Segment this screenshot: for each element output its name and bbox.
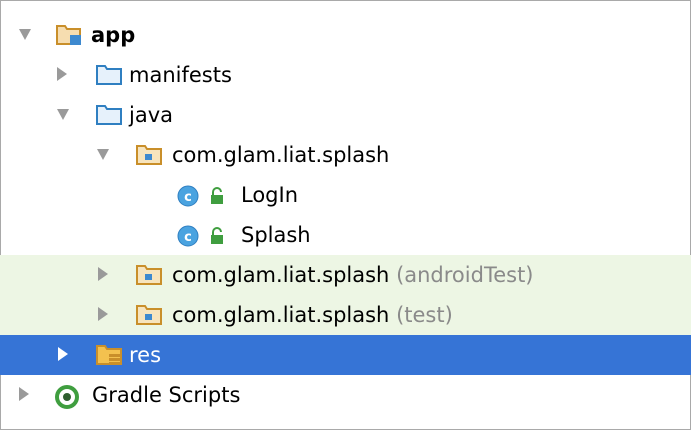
class-icon: c bbox=[177, 225, 199, 247]
tree-node-label: java bbox=[129, 103, 173, 127]
tree-node-label: Splash bbox=[241, 223, 311, 247]
tree-node-label: res bbox=[129, 343, 162, 367]
tree-node-label: app bbox=[91, 23, 136, 47]
source-set-suffix: (test) bbox=[396, 303, 453, 327]
tree-node-package-test[interactable]: com.glam.liat.splash (test) bbox=[0, 295, 691, 335]
tree-node-manifests[interactable]: manifests bbox=[0, 55, 691, 95]
tree-node-class-splash[interactable]: c Splash bbox=[0, 215, 691, 255]
tree-node-res[interactable]: res bbox=[0, 335, 691, 375]
package-icon bbox=[136, 145, 162, 165]
package-icon bbox=[136, 305, 162, 325]
tree-node-label: com.glam.liat.splash (androidTest) bbox=[172, 262, 534, 288]
expand-arrow-icon[interactable] bbox=[98, 307, 108, 321]
tree-node-gradle-scripts[interactable]: Gradle Scripts bbox=[0, 375, 691, 415]
package-name: com.glam.liat.splash bbox=[172, 303, 390, 327]
tree-node-java[interactable]: java bbox=[0, 95, 691, 135]
lock-icon bbox=[211, 187, 223, 204]
package-icon bbox=[136, 265, 162, 285]
tree-node-package[interactable]: com.glam.liat.splash bbox=[0, 135, 691, 175]
tree-node-label: LogIn bbox=[241, 183, 299, 207]
tree-node-label: Gradle Scripts bbox=[92, 383, 241, 407]
collapse-arrow-icon[interactable] bbox=[97, 149, 109, 160]
class-icon: c bbox=[177, 185, 199, 207]
tree-node-label: manifests bbox=[129, 63, 232, 87]
lock-icon bbox=[211, 227, 223, 244]
collapse-arrow-icon[interactable] bbox=[19, 29, 31, 40]
tree-node-label: com.glam.liat.splash (test) bbox=[172, 302, 453, 328]
collapse-arrow-icon[interactable] bbox=[57, 109, 69, 120]
package-name: com.glam.liat.splash bbox=[172, 263, 390, 287]
resources-folder-icon bbox=[96, 345, 122, 365]
source-set-suffix: (androidTest) bbox=[396, 263, 534, 287]
folder-icon bbox=[96, 105, 122, 125]
tree-node-package-android-test[interactable]: com.glam.liat.splash (androidTest) bbox=[0, 255, 691, 295]
module-folder-icon bbox=[56, 25, 81, 45]
tree-node-app[interactable]: app bbox=[0, 15, 691, 55]
gradle-icon bbox=[55, 385, 79, 409]
tree-node-label: com.glam.liat.splash bbox=[172, 143, 390, 167]
expand-arrow-icon[interactable] bbox=[57, 67, 67, 81]
expand-arrow-icon[interactable] bbox=[98, 267, 108, 281]
folder-icon bbox=[96, 65, 122, 85]
tree-node-class-login[interactable]: c LogIn bbox=[0, 175, 691, 215]
svg-text:c: c bbox=[184, 230, 192, 245]
svg-text:c: c bbox=[184, 190, 192, 205]
expand-arrow-icon[interactable] bbox=[19, 387, 29, 401]
expand-arrow-icon[interactable] bbox=[58, 347, 68, 361]
